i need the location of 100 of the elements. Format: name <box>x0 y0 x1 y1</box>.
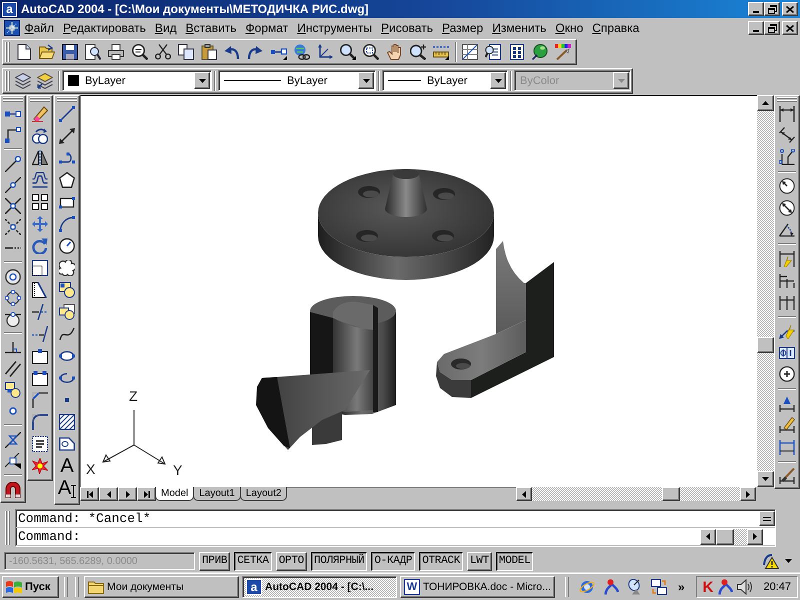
split-button[interactable] <box>759 511 775 526</box>
scroll-right-button[interactable] <box>740 487 756 501</box>
copy-object-icon[interactable] <box>32 128 48 144</box>
arc-icon[interactable] <box>59 216 75 232</box>
undo-icon[interactable] <box>224 44 240 60</box>
center-mark-icon[interactable] <box>779 366 795 382</box>
browser-icon[interactable] <box>578 579 595 595</box>
taskbar-window-button[interactable]: Мои документы <box>84 576 239 598</box>
menu-item[interactable]: Вид <box>150 21 182 35</box>
zoom-icon[interactable] <box>340 44 356 60</box>
rectangle-icon[interactable] <box>59 196 75 208</box>
close-button[interactable] <box>782 2 798 16</box>
node-snap-icon[interactable] <box>9 406 17 414</box>
menu-item[interactable]: Рисовать <box>376 21 438 35</box>
tangent-snap-icon[interactable] <box>5 310 21 326</box>
scroll-left-button[interactable] <box>516 487 532 501</box>
close-button[interactable] <box>782 21 798 35</box>
ucs-axes-icon[interactable] <box>317 44 334 60</box>
menu-item[interactable]: Изменить <box>488 21 551 35</box>
menu-item[interactable]: Инструменты <box>292 21 377 35</box>
dropdown-arrow-button[interactable] <box>358 72 374 89</box>
explode-icon[interactable] <box>32 458 48 474</box>
color-dropdown[interactable]: ByLayer <box>62 70 212 91</box>
zoom-window-icon[interactable] <box>363 44 380 60</box>
toolbar-grip[interactable] <box>57 97 77 103</box>
zoom-in-icon[interactable] <box>410 44 426 60</box>
overflow-chevron[interactable]: » <box>674 580 688 594</box>
page-magnifier-icon[interactable] <box>485 44 502 60</box>
scale-icon[interactable] <box>32 260 48 276</box>
speaker-icon[interactable] <box>737 579 754 595</box>
ellipse-icon[interactable] <box>59 351 75 361</box>
horizontal-scrollbar[interactable] <box>700 528 763 544</box>
status-toggle[interactable]: ПОЛЯРНЫЙ <box>310 552 368 570</box>
leader-icon[interactable] <box>779 323 795 340</box>
color-palette-icon[interactable] <box>554 44 571 60</box>
extend-icon[interactable] <box>32 326 48 342</box>
layout-tab[interactable]: Layout2 <box>240 487 288 501</box>
dimension-text-edit-icon[interactable] <box>779 417 795 434</box>
redo-icon[interactable] <box>247 44 264 60</box>
polyline-icon[interactable] <box>59 152 75 164</box>
dropdown-arrow-button[interactable] <box>490 72 506 89</box>
text-tool[interactable]: A <box>58 478 76 498</box>
scrollbar-thumb[interactable] <box>757 337 774 353</box>
tolerance-icon[interactable] <box>779 346 795 359</box>
hyperlink-icon[interactable] <box>294 44 310 60</box>
vertical-scrollbar[interactable] <box>757 95 774 487</box>
linetype-dropdown[interactable]: ByLayer <box>218 70 376 91</box>
layers-icon[interactable] <box>15 72 31 88</box>
menu-item[interactable]: Вставить <box>181 21 242 35</box>
tracking-icon[interactable] <box>5 110 21 118</box>
copy-icon[interactable] <box>178 44 194 60</box>
layout-tab[interactable]: Layout1 <box>193 487 241 501</box>
parallel-snap-icon[interactable] <box>5 360 21 376</box>
last-tab-button[interactable] <box>137 487 156 501</box>
quick-dimension-icon[interactable] <box>779 250 795 267</box>
scroll-right-button[interactable] <box>747 528 763 544</box>
dimension-update-icon[interactable] <box>779 438 795 455</box>
warning-icon[interactable] <box>763 553 779 569</box>
next-tab-button[interactable] <box>118 487 137 501</box>
status-toggle[interactable]: OTRACK <box>419 552 463 570</box>
taskbar-window-button[interactable]: W ТОНИРОВКА.doc - Micro... <box>400 576 555 598</box>
menu-arrow-icon[interactable] <box>785 559 792 563</box>
toolbar-grip[interactable] <box>5 70 11 90</box>
chamfer-icon[interactable] <box>32 392 48 408</box>
scroll-up-button[interactable] <box>757 95 774 111</box>
insert-block-icon[interactable] <box>59 304 75 320</box>
line-icon[interactable] <box>59 106 75 122</box>
eraser-icon[interactable] <box>32 106 48 122</box>
dimension-edit-icon[interactable] <box>779 396 795 412</box>
diameter-dimension-icon[interactable] <box>779 200 795 216</box>
ordinate-dimension-icon[interactable] <box>779 148 795 165</box>
scroll-down-button[interactable] <box>757 471 774 487</box>
drawing-document-icon[interactable] <box>4 20 20 36</box>
hatch-icon[interactable] <box>59 414 75 430</box>
dot-arc-icon[interactable] <box>602 579 619 595</box>
start-button[interactable]: Пуск <box>2 576 59 598</box>
measure-ruler-icon[interactable] <box>432 44 449 60</box>
circle-icon[interactable] <box>59 238 75 254</box>
angular-dimension-icon[interactable] <box>779 221 795 238</box>
pan-hand-icon[interactable] <box>386 44 403 60</box>
endpoint-snap-icon[interactable] <box>5 156 21 172</box>
printer-icon[interactable] <box>108 44 124 60</box>
rotate-icon[interactable] <box>32 238 48 254</box>
minimize-button[interactable] <box>748 2 764 16</box>
tool-palette-icon[interactable] <box>508 44 525 60</box>
status-toggle[interactable]: О-КАДР <box>371 552 416 570</box>
center-snap-icon[interactable] <box>5 268 21 284</box>
toolbar-grip[interactable] <box>5 42 11 62</box>
no-snap-icon[interactable] <box>5 452 21 468</box>
ellipse-arc-icon[interactable] <box>59 373 75 383</box>
quadrant-snap-icon[interactable] <box>5 290 21 306</box>
menu-item[interactable]: Файл <box>20 21 59 35</box>
status-toggle[interactable]: СЕТКА <box>234 552 272 570</box>
first-tab-button[interactable] <box>80 487 99 501</box>
insert-snap-icon[interactable] <box>5 382 21 398</box>
dropdown-arrow-button[interactable] <box>194 72 210 89</box>
globe-icon[interactable] <box>532 44 548 60</box>
restore-button[interactable] <box>764 21 780 35</box>
polygon-icon[interactable] <box>59 172 75 188</box>
extension-snap-icon[interactable] <box>5 246 21 250</box>
